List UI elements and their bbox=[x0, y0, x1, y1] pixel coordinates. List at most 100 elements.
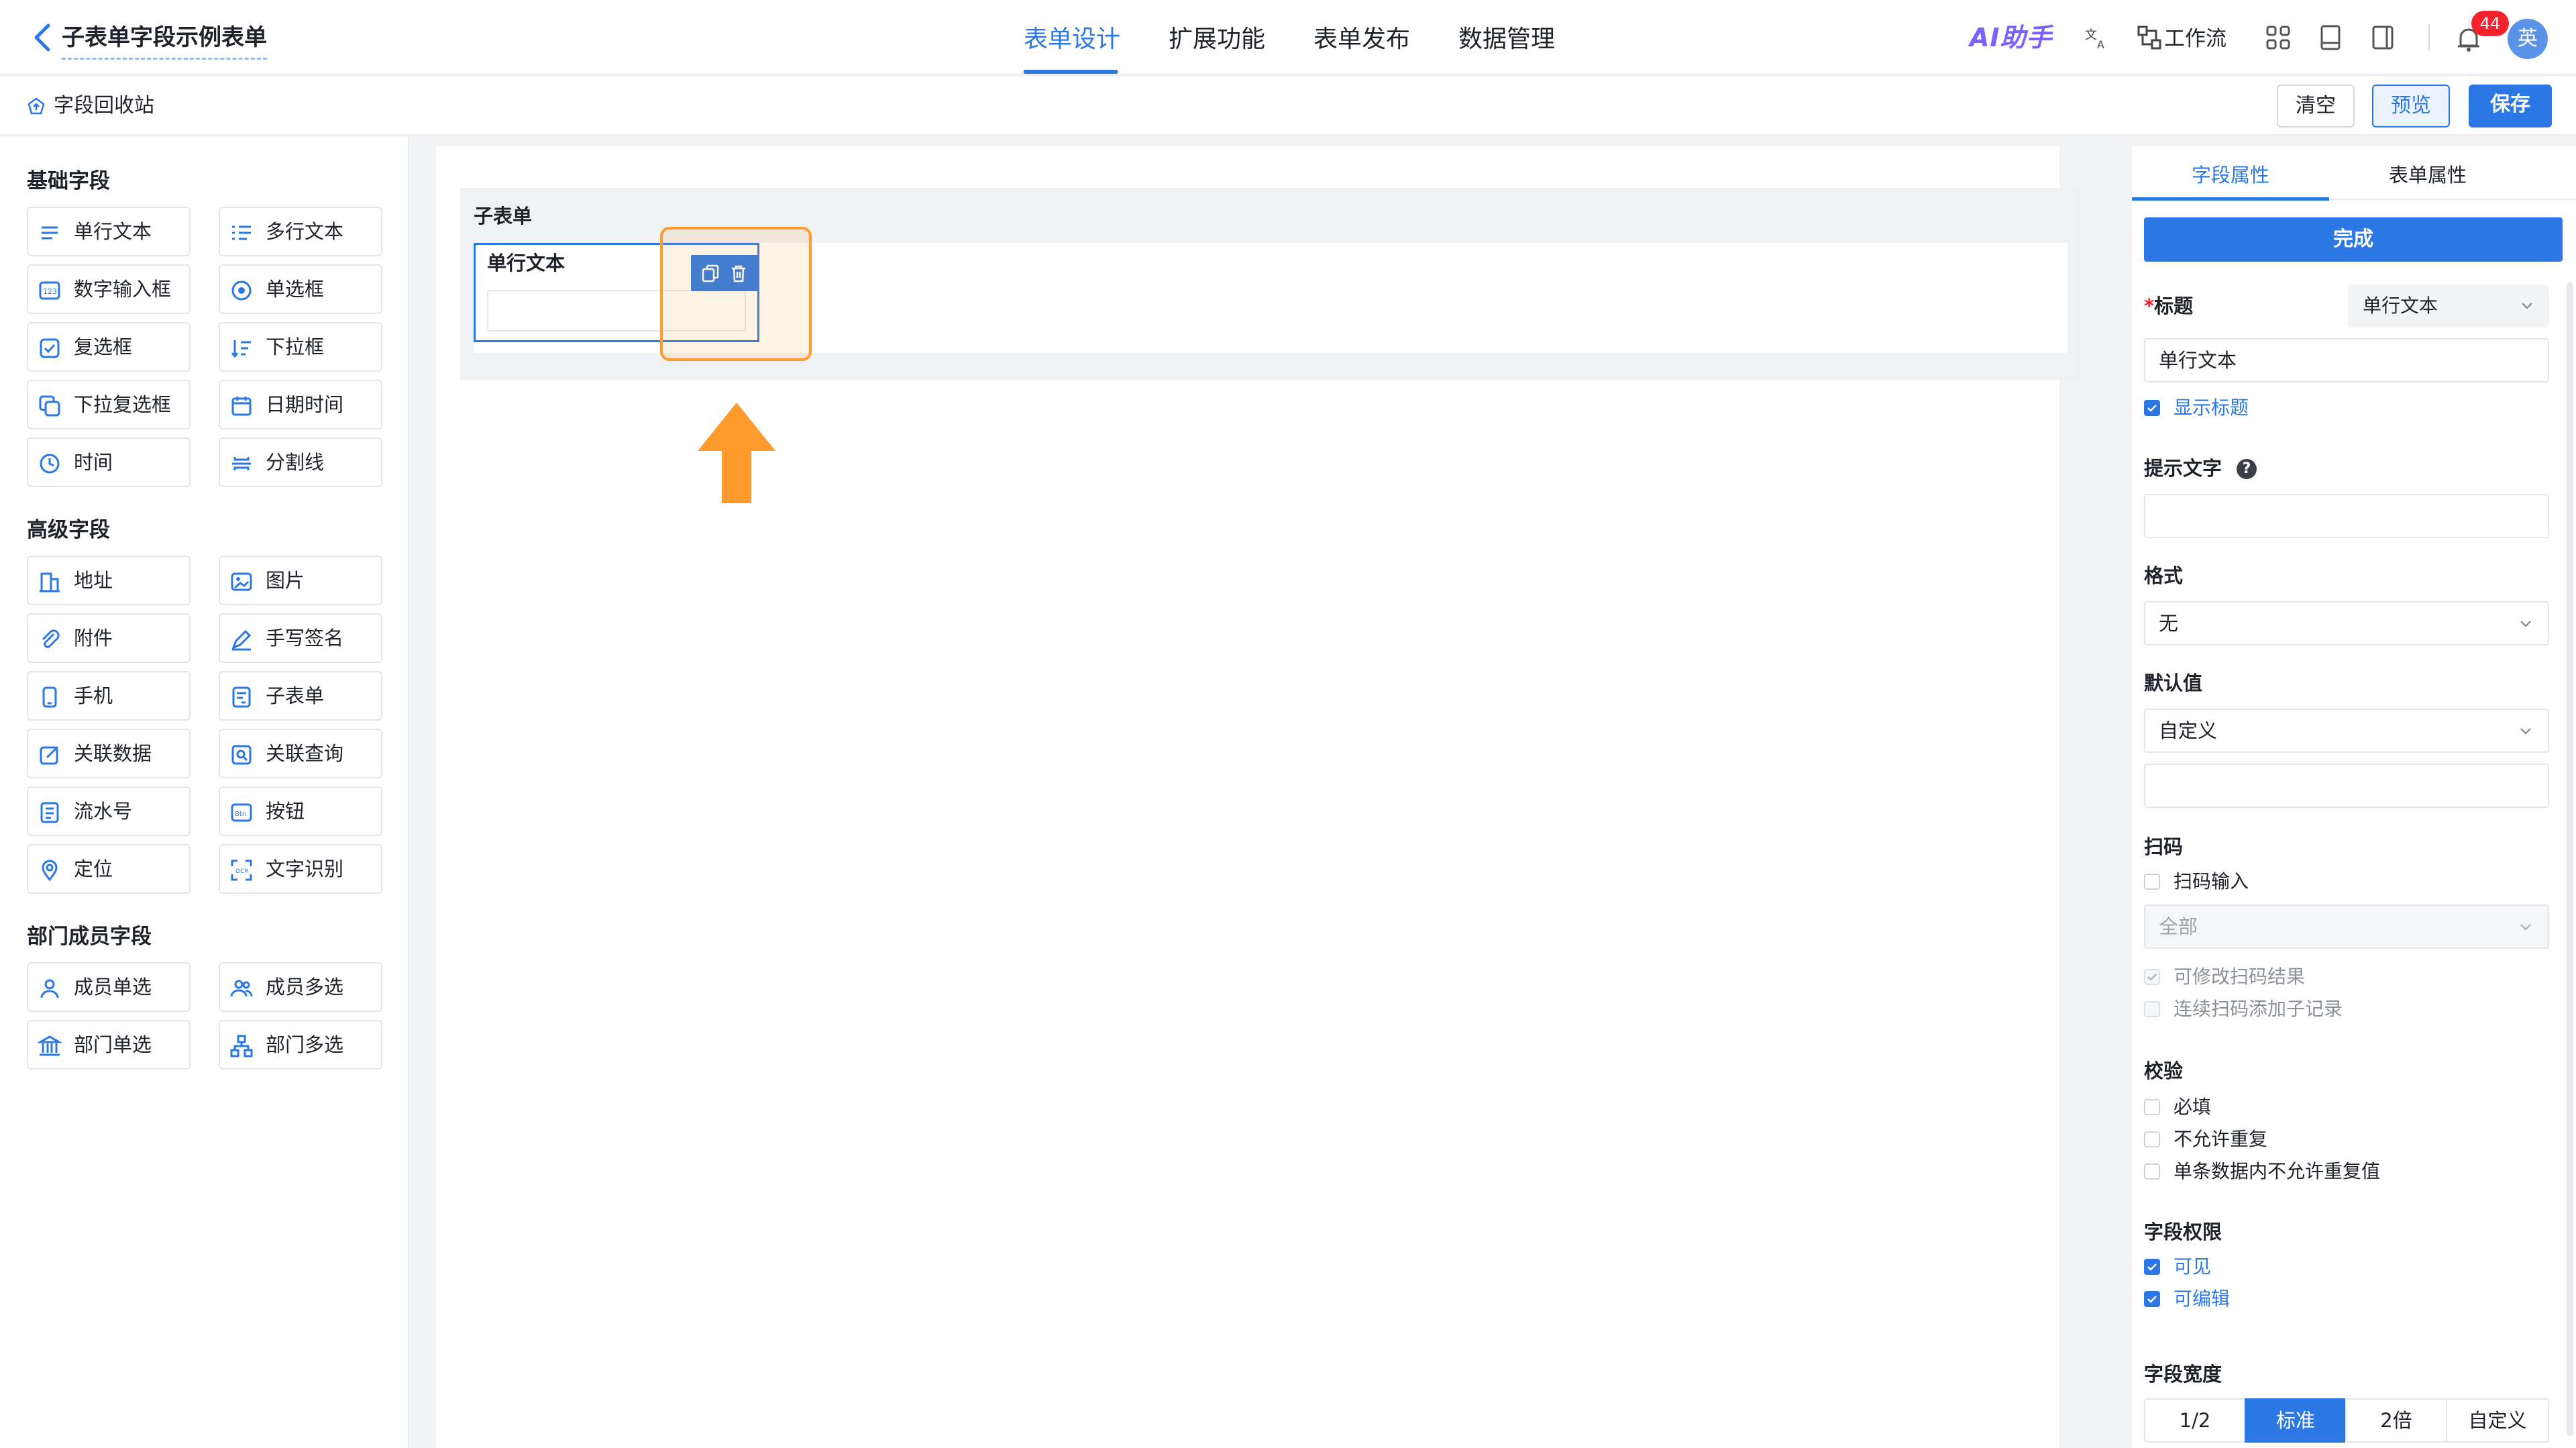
palette-dropdown[interactable]: 下拉框 bbox=[219, 322, 382, 372]
pen-icon bbox=[231, 629, 252, 651]
svg-text:A: A bbox=[2097, 38, 2104, 51]
tab-form-properties[interactable]: 表单属性 bbox=[2329, 154, 2526, 196]
radio-icon bbox=[231, 280, 252, 301]
sort-down-icon bbox=[231, 340, 251, 358]
svg-text:文: 文 bbox=[2085, 28, 2097, 42]
palette-time[interactable]: 时间 bbox=[27, 437, 191, 487]
palette-serial-number[interactable]: 流水号 bbox=[27, 786, 191, 836]
palette-image[interactable]: 图片 bbox=[219, 556, 382, 605]
done-button[interactable]: 完成 bbox=[2144, 217, 2563, 262]
active-props-tab-indicator bbox=[2132, 197, 2329, 201]
palette-linked-query[interactable]: 关联查询 bbox=[219, 729, 382, 778]
properties-scrollbar[interactable] bbox=[2567, 282, 2573, 1436]
clear-button[interactable]: 清空 bbox=[2277, 85, 2355, 127]
width-half[interactable]: 1/2 bbox=[2144, 1398, 2246, 1443]
palette-member-single[interactable]: 成员单选 bbox=[27, 962, 191, 1012]
sub-toolbar bbox=[0, 76, 2576, 136]
tab-field-properties[interactable]: 字段属性 bbox=[2132, 154, 2329, 196]
form-title[interactable]: 子表单字段示例表单 bbox=[62, 21, 267, 60]
book-icon[interactable] bbox=[2316, 23, 2345, 52]
text-lines-icon bbox=[42, 226, 58, 240]
width-custom[interactable]: 自定义 bbox=[2446, 1398, 2549, 1443]
palette-button[interactable]: Btn 按钮 bbox=[219, 786, 382, 836]
palette-dropdown-multi[interactable]: 下拉复选框 bbox=[27, 380, 191, 429]
image-icon bbox=[231, 572, 252, 591]
search-doc-icon bbox=[231, 745, 252, 765]
apps-grid-icon[interactable] bbox=[2263, 23, 2293, 52]
palette-checkbox[interactable]: 复选框 bbox=[27, 322, 191, 372]
tab-form-publish[interactable]: 表单发布 bbox=[1313, 23, 1410, 56]
hint-text-input[interactable] bbox=[2144, 494, 2549, 538]
format-select[interactable]: 无 bbox=[2144, 601, 2549, 645]
save-button[interactable]: 保存 bbox=[2469, 85, 2552, 127]
user-avatar[interactable]: 英 bbox=[2508, 19, 2548, 59]
field-width-label: 字段宽度 bbox=[2144, 1363, 2222, 1386]
preview-button[interactable]: 预览 bbox=[2372, 85, 2450, 127]
help-icon[interactable]: ? bbox=[2237, 459, 2257, 479]
multi-select-icon bbox=[39, 395, 60, 417]
palette-member-multi[interactable]: 成员多选 bbox=[219, 962, 382, 1012]
visible-checkbox[interactable]: 可见 bbox=[2144, 1253, 2211, 1280]
scan-input-checkbox[interactable]: 扫码输入 bbox=[2144, 868, 2249, 895]
palette-multi-line-text[interactable]: 多行文本 bbox=[219, 207, 382, 256]
location-pin-icon bbox=[42, 860, 58, 882]
title-property-label: *标题 bbox=[2144, 295, 2194, 317]
check-icon bbox=[2147, 405, 2157, 412]
palette-location[interactable]: 定位 bbox=[27, 844, 191, 894]
scan-continuous-checkbox: 连续扫码添加子记录 bbox=[2144, 996, 2343, 1023]
recycle-label: 字段回收站 bbox=[54, 94, 154, 117]
check-icon bbox=[2147, 1296, 2157, 1303]
palette-attachment[interactable]: 附件 bbox=[27, 613, 191, 663]
ai-assistant-button[interactable]: AI助手 bbox=[1970, 20, 2053, 55]
institution-icon bbox=[38, 1035, 62, 1056]
editable-checkbox[interactable]: 可编辑 bbox=[2144, 1286, 2230, 1312]
chevron-down-icon bbox=[2520, 728, 2531, 735]
back-arrow-icon[interactable] bbox=[30, 21, 56, 54]
workflow-link[interactable]: 工作流 bbox=[2164, 24, 2226, 54]
calendar-icon bbox=[231, 397, 252, 416]
default-value-select[interactable]: 自定义 bbox=[2144, 709, 2549, 753]
serial-list-icon bbox=[40, 802, 59, 823]
palette-datetime[interactable]: 日期时间 bbox=[219, 380, 382, 429]
title-input[interactable]: 单行文本 bbox=[2144, 338, 2549, 382]
no-duplicate-checkbox[interactable]: 不允许重复 bbox=[2144, 1126, 2267, 1153]
no-duplicate-in-record-checkbox[interactable]: 单条数据内不允许重复值 bbox=[2144, 1158, 2380, 1185]
palette-signature[interactable]: 手写签名 bbox=[219, 613, 382, 663]
workflow-icon[interactable] bbox=[2135, 23, 2164, 52]
number-icon: 123 bbox=[39, 281, 60, 300]
palette-ocr[interactable]: OCR 文字识别 bbox=[219, 844, 382, 894]
palette-radio[interactable]: 单选框 bbox=[219, 264, 382, 314]
palette-phone[interactable]: 手机 bbox=[27, 671, 191, 721]
panel-layout-icon[interactable] bbox=[2368, 23, 2398, 52]
palette-department-multi[interactable]: 部门多选 bbox=[219, 1020, 382, 1070]
palette-address[interactable]: 地址 bbox=[27, 556, 191, 605]
palette-linked-data[interactable]: 关联数据 bbox=[27, 729, 191, 778]
recycle-icon bbox=[28, 97, 45, 115]
field-permission-label: 字段权限 bbox=[2144, 1221, 2222, 1243]
width-standard[interactable]: 标准 bbox=[2245, 1398, 2347, 1443]
tab-extensions[interactable]: 扩展功能 bbox=[1169, 23, 1265, 56]
translate-icon[interactable]: 文 A bbox=[2082, 23, 2112, 52]
checkbox-checked bbox=[2144, 1291, 2160, 1307]
org-chart-icon bbox=[230, 1035, 253, 1057]
palette-number-input[interactable]: 123 数字输入框 bbox=[27, 264, 191, 314]
width-double[interactable]: 2倍 bbox=[2345, 1398, 2447, 1443]
tab-data-management[interactable]: 数据管理 bbox=[1458, 23, 1555, 56]
scan-label: 扫码 bbox=[2144, 835, 2184, 858]
required-checkbox[interactable]: 必填 bbox=[2144, 1094, 2211, 1121]
chevron-down-icon bbox=[2520, 621, 2531, 627]
palette-single-line-text[interactable]: 单行文本 bbox=[27, 207, 191, 256]
palette-department-single[interactable]: 部门单选 bbox=[27, 1020, 191, 1070]
palette-divider[interactable]: 分割线 bbox=[219, 437, 382, 487]
validation-label: 校验 bbox=[2144, 1059, 2184, 1082]
chevron-down-icon bbox=[2520, 924, 2531, 931]
checkbox-unchecked bbox=[2144, 874, 2160, 890]
checkbox-disabled-checked bbox=[2144, 969, 2160, 985]
default-value-input[interactable] bbox=[2144, 764, 2549, 808]
building-icon bbox=[40, 572, 60, 592]
tab-form-design[interactable]: 表单设计 bbox=[1024, 23, 1120, 56]
field-type-select[interactable]: 单行文本 bbox=[2348, 285, 2549, 327]
palette-subform[interactable]: 子表单 bbox=[219, 671, 382, 721]
field-recycle-bin-link[interactable]: 字段回收站 bbox=[27, 91, 154, 121]
show-title-checkbox[interactable]: 显示标题 bbox=[2144, 395, 2249, 421]
